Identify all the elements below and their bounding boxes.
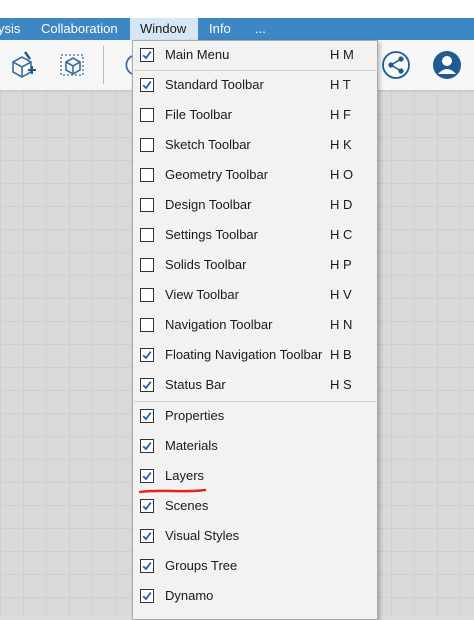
menu-item[interactable]: Solids Toolbar H P bbox=[133, 251, 377, 281]
checkmark-icon bbox=[142, 412, 152, 421]
checkmark-icon bbox=[142, 472, 152, 481]
menu-bar: ysis Collaboration Window Info ... bbox=[0, 18, 474, 40]
menu-item[interactable]: Groups Tree bbox=[133, 552, 377, 582]
menu-item[interactable]: View Toolbar H V bbox=[133, 281, 377, 311]
menu-item-label: Navigation Toolbar bbox=[165, 317, 273, 332]
menu-item-label: Sketch Toolbar bbox=[165, 137, 251, 152]
checkmark-icon bbox=[142, 51, 152, 60]
menu-item[interactable]: Main Menu H M bbox=[133, 41, 377, 71]
menu-item-label: Main Menu bbox=[165, 47, 230, 62]
share-icon[interactable] bbox=[381, 50, 411, 85]
menu-item-shortcut: H K bbox=[330, 137, 352, 152]
menu-item-label: Properties bbox=[165, 408, 225, 423]
menu-item-label: View Toolbar bbox=[165, 287, 239, 302]
checkbox-unchecked[interactable] bbox=[140, 198, 154, 212]
toolbar-separator bbox=[103, 46, 104, 84]
menu-item-label: Groups Tree bbox=[165, 558, 238, 573]
checkbox-checked[interactable] bbox=[140, 589, 154, 603]
menu-window[interactable]: Window bbox=[130, 18, 198, 40]
menu-item[interactable]: Scenes bbox=[133, 492, 377, 522]
menu-item[interactable]: File Toolbar H F bbox=[133, 101, 377, 131]
account-icon[interactable] bbox=[432, 50, 462, 85]
checkmark-icon bbox=[142, 502, 152, 511]
checkmark-icon bbox=[142, 562, 152, 571]
menu-item[interactable]: Properties bbox=[133, 402, 377, 432]
checkbox-unchecked[interactable] bbox=[140, 258, 154, 272]
checkbox-checked[interactable] bbox=[140, 499, 154, 513]
menu-analysis[interactable]: ysis bbox=[0, 21, 20, 36]
checkbox-checked[interactable] bbox=[140, 48, 154, 62]
checkmark-icon bbox=[142, 351, 152, 360]
menu-item[interactable]: Materials bbox=[133, 432, 377, 462]
box-select-icon[interactable] bbox=[58, 50, 88, 85]
menu-item[interactable]: Navigation Toolbar H N bbox=[133, 311, 377, 341]
menu-item-shortcut: H N bbox=[330, 317, 353, 332]
menu-item-shortcut: H M bbox=[330, 47, 354, 62]
menu-item-label: Settings Toolbar bbox=[165, 227, 258, 242]
checkmark-icon bbox=[142, 81, 152, 90]
menu-item-shortcut: H D bbox=[330, 197, 353, 212]
checkbox-checked[interactable] bbox=[140, 78, 154, 92]
checkbox-checked[interactable] bbox=[140, 409, 154, 423]
menu-item[interactable]: Settings Toolbar H C bbox=[133, 221, 377, 251]
menu-item-shortcut: H O bbox=[330, 167, 354, 182]
checkbox-unchecked[interactable] bbox=[140, 288, 154, 302]
checkbox-unchecked[interactable] bbox=[140, 318, 154, 332]
checkbox-checked[interactable] bbox=[140, 469, 154, 483]
menu-item[interactable]: Status Bar H S bbox=[133, 371, 377, 401]
menu-item-shortcut: H B bbox=[330, 347, 352, 362]
checkbox-unchecked[interactable] bbox=[140, 168, 154, 182]
menu-item-label: Standard Toolbar bbox=[165, 77, 264, 92]
menu-item[interactable]: Design Toolbar H D bbox=[133, 191, 377, 221]
menu-item-shortcut: H V bbox=[330, 287, 352, 302]
checkbox-unchecked[interactable] bbox=[140, 138, 154, 152]
menu-item-shortcut: H C bbox=[330, 227, 353, 242]
checkmark-icon bbox=[142, 442, 152, 451]
checkbox-checked[interactable] bbox=[140, 439, 154, 453]
checkmark-icon bbox=[142, 592, 152, 601]
menu-item-label: Status Bar bbox=[165, 377, 226, 392]
menu-item-label: Floating Navigation Toolbar bbox=[165, 347, 323, 362]
menu-item-label: Geometry Toolbar bbox=[165, 167, 269, 182]
checkbox-checked[interactable] bbox=[140, 348, 154, 362]
menu-item-shortcut: H T bbox=[330, 77, 351, 92]
menu-item[interactable]: Dynamo bbox=[133, 582, 377, 612]
red-underline-annotation bbox=[139, 488, 207, 494]
menu-item[interactable]: Geometry Toolbar H O bbox=[133, 161, 377, 191]
menu-item[interactable]: Standard Toolbar H T bbox=[133, 71, 377, 101]
menu-more[interactable]: ... bbox=[255, 21, 266, 36]
checkbox-unchecked[interactable] bbox=[140, 108, 154, 122]
menu-collaboration[interactable]: Collaboration bbox=[41, 21, 118, 36]
menu-item-label: Materials bbox=[165, 438, 218, 453]
checkbox-checked[interactable] bbox=[140, 378, 154, 392]
menu-info[interactable]: Info bbox=[209, 21, 231, 36]
checkbox-checked[interactable] bbox=[140, 529, 154, 543]
menu-item-label: Design Toolbar bbox=[165, 197, 252, 212]
menu-item-label: Solids Toolbar bbox=[165, 257, 247, 272]
checkmark-icon bbox=[142, 532, 152, 541]
checkbox-checked[interactable] bbox=[140, 559, 154, 573]
menu-item[interactable]: Floating Navigation Toolbar H B bbox=[133, 341, 377, 371]
top-strip bbox=[0, 0, 474, 18]
checkmark-icon bbox=[142, 381, 152, 390]
menu-item-label: File Toolbar bbox=[165, 107, 232, 122]
menu-item-label: Dynamo bbox=[165, 588, 214, 603]
menu-item[interactable]: Sketch Toolbar H K bbox=[133, 131, 377, 161]
new-sketch-icon[interactable] bbox=[8, 50, 38, 85]
menu-item-label: Scenes bbox=[165, 498, 209, 513]
menu-item-label: Visual Styles bbox=[165, 528, 240, 543]
menu-item-shortcut: H P bbox=[330, 257, 352, 272]
menu-item-shortcut: H S bbox=[330, 377, 352, 392]
window-dropdown-menu: Main Menu H M Standard Toolbar H T File Tool… bbox=[132, 40, 378, 620]
menu-item-label: Layers bbox=[165, 468, 205, 483]
checkbox-unchecked[interactable] bbox=[140, 228, 154, 242]
menu-item-shortcut: H F bbox=[330, 107, 351, 122]
menu-item[interactable]: Visual Styles bbox=[133, 522, 377, 552]
